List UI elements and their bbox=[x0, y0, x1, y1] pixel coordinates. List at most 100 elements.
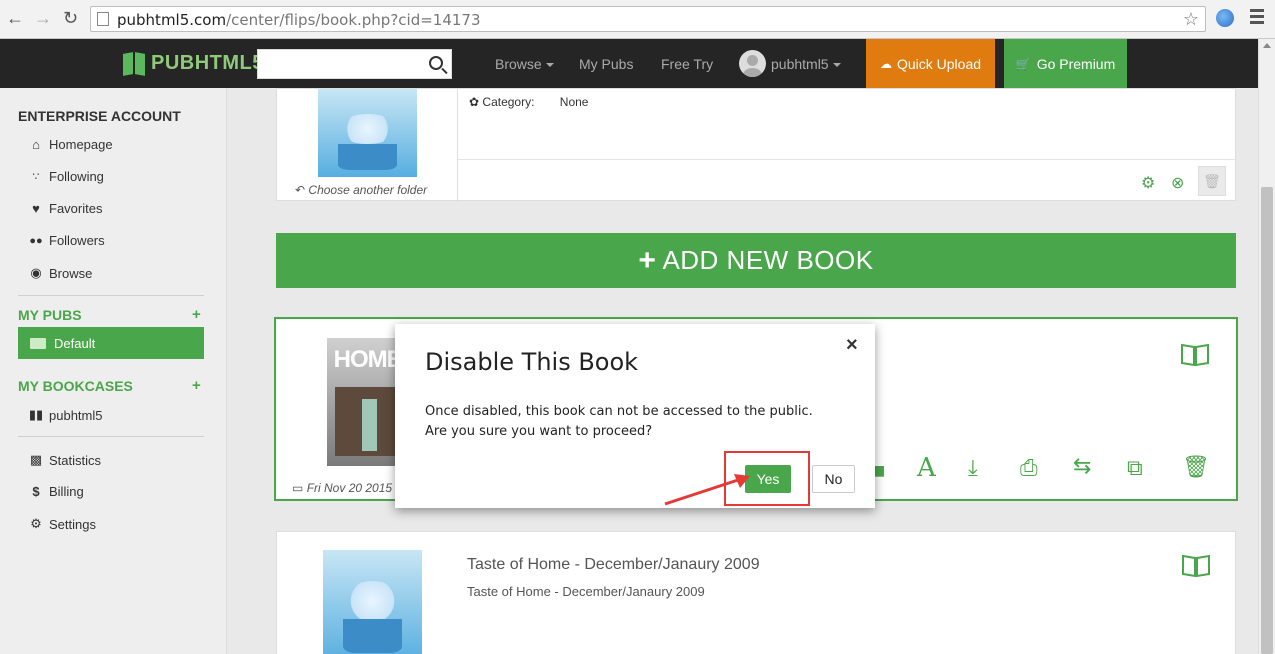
nav-free-try[interactable]: Free Try bbox=[661, 56, 713, 72]
choose-folder-link[interactable]: ↶ Choose another folder bbox=[295, 183, 427, 197]
sidebar-item-label: Default bbox=[54, 335, 96, 351]
sidebar: ENTERPRISE ACCOUNT ⌂ Homepage ∵ Followin… bbox=[0, 88, 227, 654]
divider bbox=[458, 159, 1237, 160]
add-pub-plus-icon[interactable]: + bbox=[192, 306, 201, 323]
close-icon[interactable]: × bbox=[846, 334, 858, 357]
heart-icon: ♥ bbox=[32, 201, 40, 216]
sidebar-item-homepage[interactable]: ⌂ Homepage bbox=[28, 137, 113, 152]
disable-circle-icon[interactable]: ⊗ bbox=[1171, 173, 1184, 193]
quick-upload-label: Quick Upload bbox=[896, 55, 982, 72]
text-font-icon[interactable]: A bbox=[917, 453, 936, 483]
logo-book-icon bbox=[123, 51, 147, 76]
nav-my-pubs[interactable]: My Pubs bbox=[579, 56, 633, 72]
monitor-icon: ▭ bbox=[292, 481, 304, 495]
category-row: ✿ Category: None bbox=[469, 95, 588, 109]
search-icon[interactable] bbox=[429, 56, 443, 70]
sidebar-item-settings[interactable]: ⚙ Settings bbox=[28, 516, 96, 532]
site-header: PUBHTML5 Browse My Pubs Free Try pubhtml… bbox=[0, 39, 1258, 88]
users-icon: ●● bbox=[29, 234, 43, 247]
globe-icon[interactable] bbox=[1216, 9, 1234, 27]
rss-icon: ∵ bbox=[32, 171, 40, 183]
sidebar-item-label: Statistics bbox=[49, 452, 102, 468]
sidebar-item-label: Favorites bbox=[49, 201, 103, 216]
user-name: pubhtml5 bbox=[771, 56, 829, 72]
user-menu[interactable]: pubhtml5 bbox=[771, 56, 841, 72]
open-book-icon[interactable] bbox=[1180, 341, 1210, 367]
sidebar-item-default[interactable]: Default bbox=[18, 327, 204, 359]
sidebar-item-favorites[interactable]: ♥ Favorites bbox=[28, 201, 102, 216]
divider bbox=[18, 295, 204, 296]
dialog-message-line-2: Are you sure you want to proceed? bbox=[425, 424, 653, 439]
reload-icon[interactable]: ↻ bbox=[63, 8, 78, 29]
cloud-upload-icon: ☁ bbox=[879, 56, 892, 71]
folder-cover-area: ↶ Choose another folder bbox=[277, 89, 458, 202]
logo-text: PUBHTML5 bbox=[151, 52, 264, 74]
no-button[interactable]: No bbox=[812, 465, 855, 493]
go-premium-button[interactable]: 🛒 Go Premium bbox=[1004, 39, 1127, 88]
scroll-thumb[interactable] bbox=[1261, 187, 1273, 654]
nav-browse-label: Browse bbox=[495, 56, 542, 72]
sidebar-item-bookcase[interactable]: ▮▮ pubhtml5 bbox=[28, 407, 103, 423]
browser-menu-icon[interactable] bbox=[1250, 9, 1264, 27]
search-input[interactable] bbox=[257, 49, 452, 79]
forward-arrow-icon[interactable]: → bbox=[34, 8, 52, 29]
page-scrollbar[interactable] bbox=[1258, 39, 1275, 654]
reply-arrow-icon: ↶ bbox=[295, 183, 306, 197]
site-logo[interactable]: PUBHTML5 bbox=[123, 51, 264, 76]
nav-browse[interactable]: Browse bbox=[495, 56, 554, 72]
sidebar-item-following[interactable]: ∵ Following bbox=[28, 169, 104, 184]
book-subtitle: Taste of Home - December/Janaury 2009 bbox=[467, 584, 705, 599]
back-arrow-icon[interactable]: ← bbox=[6, 8, 24, 29]
book-date: ▭ Fri Nov 20 2015 bbox=[292, 481, 392, 495]
dialog-title: Disable This Book bbox=[425, 348, 639, 376]
url-path: /center/flips/book.php?cid=14173 bbox=[226, 11, 481, 29]
book-date-label: Fri Nov 20 2015 bbox=[306, 481, 393, 495]
caret-down-icon bbox=[545, 63, 554, 68]
go-premium-label: Go Premium bbox=[1036, 55, 1116, 72]
trash-icon[interactable]: 🗑 bbox=[1182, 454, 1210, 480]
sidebar-item-statistics[interactable]: ▩ Statistics bbox=[28, 452, 101, 468]
browser-toolbar: ← → ↻ pubhtml5.com/center/flips/book.php… bbox=[0, 0, 1275, 39]
dialog-message: Once disabled, this book can not be acce… bbox=[425, 402, 813, 442]
sidebar-item-label: Following bbox=[49, 169, 104, 184]
open-book-icon[interactable] bbox=[1181, 552, 1211, 578]
folder-cover-image[interactable] bbox=[318, 89, 417, 177]
bookmark-star-icon[interactable]: ☆ bbox=[1183, 9, 1199, 30]
divider bbox=[18, 436, 204, 437]
page-icon bbox=[97, 12, 109, 26]
sidebar-item-followers[interactable]: ●● Followers bbox=[28, 233, 104, 248]
avatar[interactable] bbox=[739, 50, 766, 77]
dialog-message-line-1: Once disabled, this book can not be acce… bbox=[425, 404, 813, 419]
quick-upload-button[interactable]: ☁ Quick Upload bbox=[866, 39, 995, 88]
category-label: Category: bbox=[482, 95, 535, 109]
add-new-book-button[interactable]: + ADD NEW BOOK bbox=[276, 233, 1236, 288]
add-bookcase-plus-icon[interactable]: + bbox=[192, 377, 201, 394]
download-icon[interactable]: ⤓ bbox=[968, 455, 978, 481]
sidebar-item-label: Homepage bbox=[49, 137, 113, 152]
print-icon[interactable]: ⎙ bbox=[1020, 455, 1038, 481]
settings-gear-icon[interactable]: ⚙ bbox=[1141, 173, 1155, 193]
sidebar-item-label: Settings bbox=[49, 516, 96, 532]
book-cover-image[interactable] bbox=[323, 550, 422, 654]
trash-icon[interactable]: 🗑 bbox=[1198, 166, 1226, 196]
my-pubs-title[interactable]: MY PUBS bbox=[18, 307, 82, 323]
bookcase-icon: ▮▮ bbox=[28, 407, 44, 422]
folder-open-icon bbox=[30, 337, 46, 349]
leaf-icon: ✿ bbox=[469, 95, 480, 109]
swap-icon[interactable]: ⇆ bbox=[1073, 453, 1091, 479]
url-text: pubhtml5.com/center/flips/book.php?cid=1… bbox=[117, 11, 481, 29]
scroll-up-arrow-icon[interactable] bbox=[1263, 43, 1271, 48]
my-bookcases-title[interactable]: MY BOOKCASES bbox=[18, 378, 133, 394]
book-title[interactable]: Taste of Home - December/Janaury 2009 bbox=[467, 556, 760, 574]
home-icon: ⌂ bbox=[32, 137, 40, 152]
sidebar-item-label: Browse bbox=[49, 265, 93, 281]
address-bar[interactable]: pubhtml5.com/center/flips/book.php?cid=1… bbox=[90, 6, 1206, 32]
eye-icon: ◉ bbox=[30, 265, 42, 280]
sidebar-item-browse[interactable]: ◉ Browse bbox=[28, 265, 92, 281]
account-title: ENTERPRISE ACCOUNT bbox=[18, 108, 181, 124]
cart-icon: 🛒 bbox=[1015, 56, 1031, 71]
dollar-icon: $ bbox=[32, 484, 40, 499]
add-new-book-label: ADD NEW BOOK bbox=[662, 245, 874, 275]
sidebar-item-billing[interactable]: $ Billing bbox=[28, 484, 83, 499]
copy-icon[interactable]: ⧉ bbox=[1127, 455, 1143, 481]
